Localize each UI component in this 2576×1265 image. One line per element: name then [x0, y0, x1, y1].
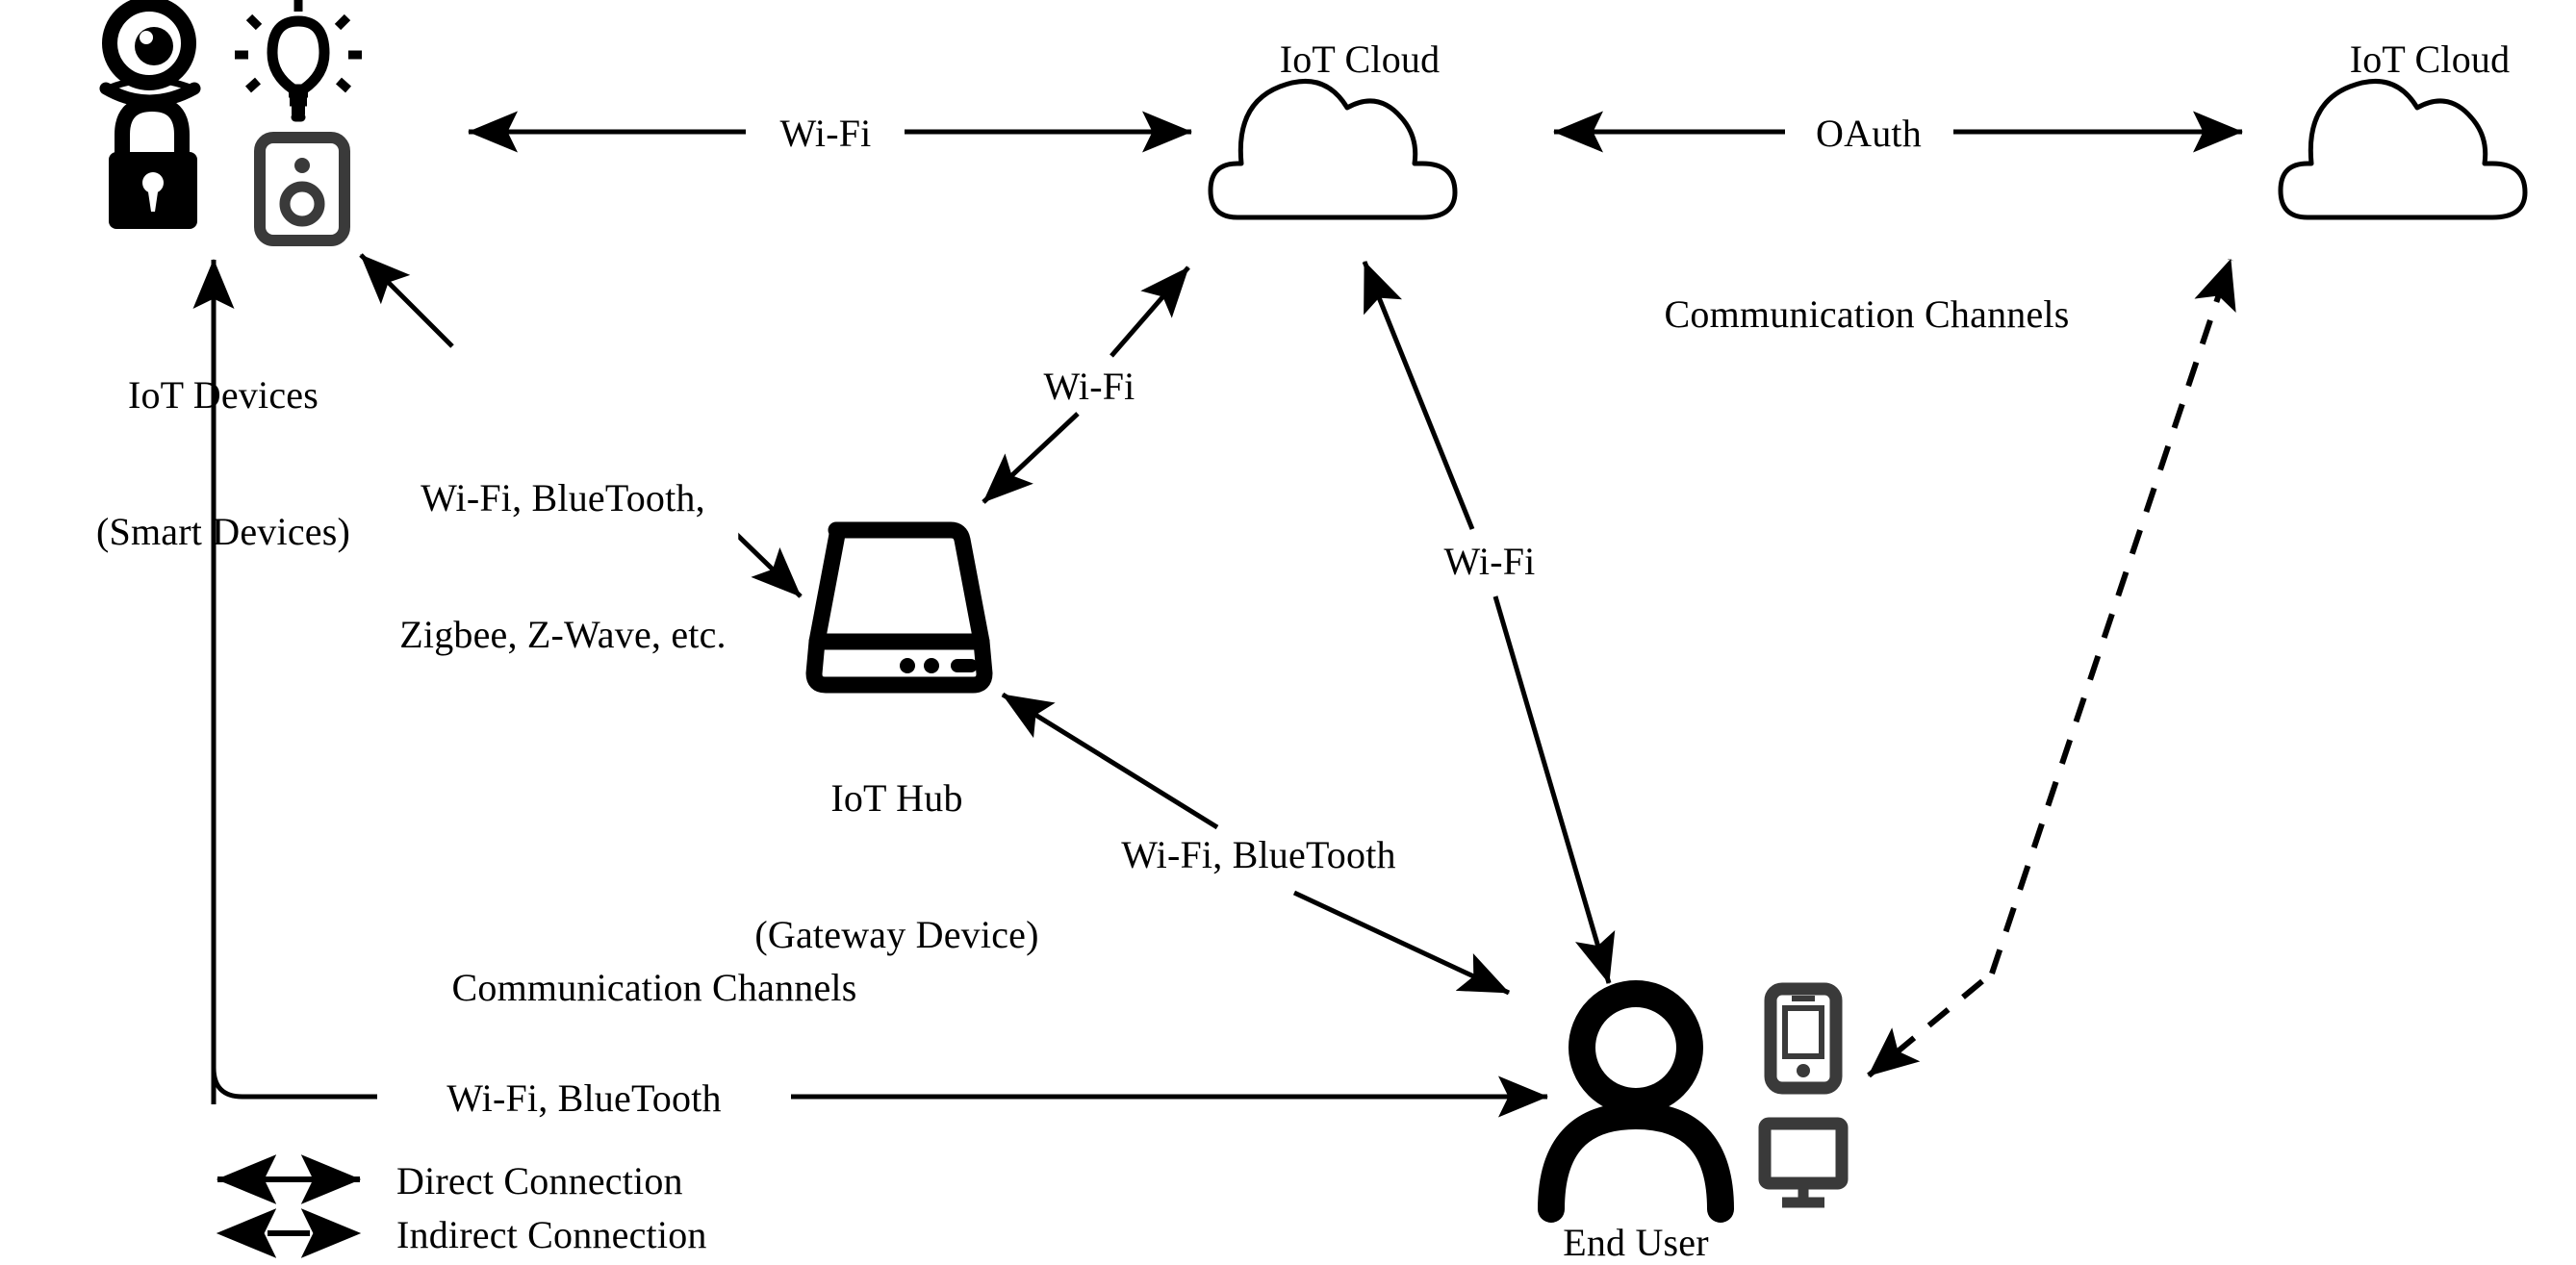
diagram-canvas — [99, 0, 2528, 1258]
iot-hub-label-line1: IoT Hub — [830, 776, 963, 821]
padlock-icon — [109, 95, 197, 229]
edge-user-to-cloud-indirect — [1867, 258, 2236, 1078]
camera-icon — [99, 0, 201, 108]
end-user-label: End User — [1563, 1221, 1709, 1264]
edge-label-devices-to-hub-line2: Zigbee, Z-Wave, etc. — [399, 612, 727, 656]
iot-devices-label-line1: IoT Devices — [127, 373, 319, 417]
iot-cloud-right-label: IoT Cloud — [2349, 38, 2511, 81]
monitor-icon — [1758, 1117, 1849, 1208]
doorbell-icon — [254, 132, 350, 246]
edge-label-devices-to-cloud: Wi-Fi — [768, 111, 883, 157]
cloud-icon-right — [2278, 78, 2528, 220]
edge-label-devices-to-hub-line1: Wi-Fi, BlueTooth, — [421, 476, 705, 520]
iot-devices-label-line2: (Smart Devices) — [95, 509, 351, 553]
hub-device-icon — [805, 521, 993, 694]
edge-label-devices-to-user: Wi-Fi, BlueTooth — [435, 1075, 733, 1122]
iot-architecture-diagram: IoT Devices (Smart Devices) IoT Cloud Io… — [0, 0, 2576, 1265]
edge-label-hub-to-user: Wi-Fi, BlueTooth — [1109, 832, 1408, 878]
cloud-icon-left — [1208, 78, 1458, 220]
edge-label-cloud-to-user: Wi-Fi — [1432, 539, 1547, 585]
lightbulb-icon — [235, 0, 362, 122]
edge-label-hub-to-cloud: Wi-Fi — [1032, 364, 1147, 410]
smartphone-icon — [1764, 982, 1843, 1095]
person-icon — [1538, 980, 1734, 1223]
section-label-upper-right: Communication Channels — [1664, 292, 2070, 336]
iot-devices-label: IoT Devices (Smart Devices) — [96, 282, 350, 645]
legend-direct-label: Direct Connection — [396, 1159, 683, 1202]
iot-hub-label-line2: (Gateway Device) — [754, 912, 1039, 956]
section-label-lower-left: Communication Channels — [451, 966, 857, 1009]
iot-cloud-left-label: IoT Cloud — [1279, 38, 1441, 81]
legend-indirect-label: Indirect Connection — [396, 1213, 707, 1256]
edge-label-devices-to-hub: Wi-Fi, BlueTooth, Zigbee, Z-Wave, etc. — [388, 385, 738, 748]
edge-label-cloud-to-cloud: OAuth — [1804, 111, 1933, 157]
